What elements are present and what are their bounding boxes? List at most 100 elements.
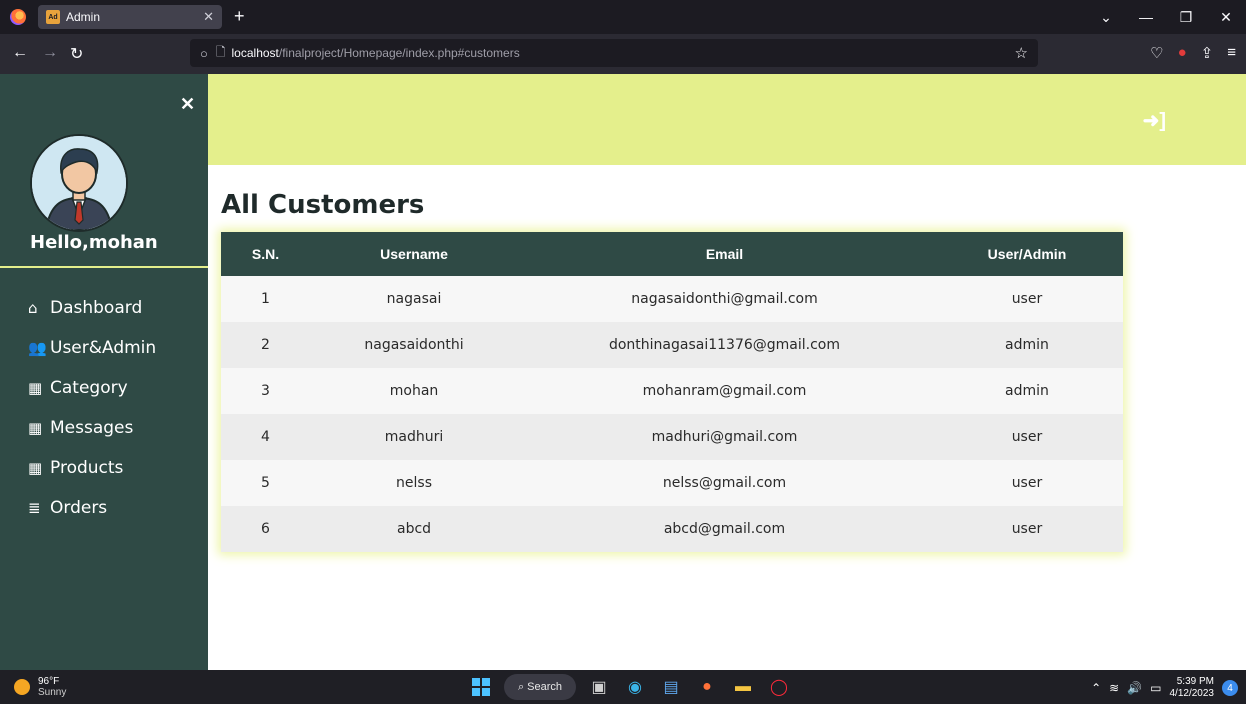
volume-icon[interactable]: 🔊: [1127, 681, 1142, 695]
cell-sn: 3: [221, 368, 310, 414]
column-header-role: User/Admin: [930, 232, 1123, 276]
search-label: Search: [527, 681, 563, 693]
cell-email: abcd@gmail.com: [518, 506, 931, 552]
forward-icon[interactable]: →: [42, 44, 58, 62]
page-title: All Customers: [221, 190, 425, 220]
edge-browser-icon[interactable]: ◉: [622, 674, 648, 700]
clock-date: 4/12/2023: [1169, 688, 1215, 699]
task-view-icon[interactable]: ▣: [586, 674, 612, 700]
minimize-icon[interactable]: —: [1126, 9, 1166, 25]
url-host: localhost: [231, 46, 279, 60]
taskbar-search-button[interactable]: ⌕ Search: [504, 674, 576, 700]
cell-username: nagasaidonthi: [309, 322, 519, 368]
users-icon: 👥: [28, 339, 47, 357]
cell-sn: 2: [221, 322, 310, 368]
tab-favicon-icon: Ad: [46, 10, 60, 24]
cell-sn: 4: [221, 414, 310, 460]
sidebar-item-label: Orders: [50, 498, 108, 518]
cell-email: madhuri@gmail.com: [518, 414, 931, 460]
top-header: ➜]: [208, 74, 1246, 165]
sidebar-item-label: Messages: [50, 418, 134, 438]
cell-role: admin: [930, 368, 1123, 414]
cell-username: madhuri: [309, 414, 519, 460]
share-icon[interactable]: ⇪: [1201, 44, 1214, 62]
tab-close-icon[interactable]: ✕: [203, 9, 214, 25]
column-header-username: Username: [309, 232, 519, 276]
cell-sn: 1: [221, 276, 310, 322]
column-header-sn: S.N.: [221, 232, 310, 276]
column-header-email: Email: [518, 232, 931, 276]
firefox-logo-icon[interactable]: [10, 9, 26, 25]
cell-username: nelss: [309, 460, 519, 506]
window-controls: ⌄ — ❐ ✕: [1086, 0, 1246, 34]
extension-icon[interactable]: ●: [1178, 44, 1187, 62]
table-row: 6 abcd abcd@gmail.com user: [221, 506, 1123, 552]
url-bar[interactable]: ○ 🗋 localhost/finalproject/Homepage/inde…: [190, 39, 1038, 67]
cell-username: nagasai: [309, 276, 519, 322]
table-row: 4 madhuri madhuri@gmail.com user: [221, 414, 1123, 460]
cell-username: mohan: [309, 368, 519, 414]
windows-start-icon[interactable]: [468, 674, 494, 700]
cell-role: user: [930, 414, 1123, 460]
home-icon: ⌂: [28, 299, 38, 317]
cell-role: user: [930, 506, 1123, 552]
weather-condition: Sunny: [38, 687, 67, 698]
menu-icon[interactable]: ≡: [1227, 44, 1236, 62]
notification-badge[interactable]: 4: [1222, 680, 1238, 696]
bookmark-star-icon[interactable]: ☆: [1015, 44, 1028, 62]
cell-email: nagasaidonthi@gmail.com: [518, 276, 931, 322]
pocket-icon[interactable]: ♡: [1150, 44, 1163, 62]
search-icon: ⌕: [517, 680, 528, 693]
table-row: 2 nagasaidonthi donthinagasai11376@gmail…: [221, 322, 1123, 368]
reload-icon[interactable]: ↻: [70, 44, 83, 64]
page-info-icon[interactable]: 🗋: [216, 43, 226, 64]
cell-email: donthinagasai11376@gmail.com: [518, 322, 931, 368]
grid-icon: ▦: [28, 379, 43, 397]
table-icon: ▦: [28, 419, 43, 437]
sidebar-item-products[interactable]: ▦ Products: [28, 448, 156, 488]
cell-email: nelss@gmail.com: [518, 460, 931, 506]
browser-tab[interactable]: Ad Admin ✕: [38, 5, 222, 29]
opera-icon[interactable]: ◯: [766, 674, 792, 700]
tracking-shield-icon[interactable]: ○: [200, 46, 208, 61]
close-window-icon[interactable]: ✕: [1206, 9, 1246, 26]
battery-icon[interactable]: ▭: [1150, 681, 1161, 695]
cell-username: abcd: [309, 506, 519, 552]
avatar: [30, 134, 128, 232]
store-icon[interactable]: ▤: [658, 674, 684, 700]
sidebar-divider: [0, 266, 208, 268]
sidebar-item-orders[interactable]: ≣ Orders: [28, 488, 156, 528]
weather-widget[interactable]: 96°F Sunny: [14, 676, 66, 698]
sidebar-item-dashboard[interactable]: ⌂ Dashboard: [28, 288, 156, 328]
sun-icon: [14, 679, 30, 695]
sidebar-item-messages[interactable]: ▦ Messages: [28, 408, 156, 448]
taskbar-clock[interactable]: 5:39 PM 4/12/2023: [1170, 676, 1215, 700]
sidebar-item-label: Category: [50, 378, 128, 398]
browser-tab-bar: Ad Admin ✕ + ⌄ — ❐ ✕: [0, 0, 1246, 34]
cell-email: mohanram@gmail.com: [518, 368, 931, 414]
taskbar: 96°F Sunny ⌕ Search ▣ ◉ ▤ ● ▬ ◯ ⌃ ≋ 🔊 ▭ …: [0, 670, 1246, 704]
logout-icon[interactable]: ➜]: [1143, 108, 1166, 133]
sidebar-item-user-admin[interactable]: 👥 User&Admin: [28, 328, 156, 368]
back-icon[interactable]: ←: [12, 44, 28, 62]
tab-list-chevron-icon[interactable]: ⌄: [1086, 9, 1126, 26]
sidebar-item-category[interactable]: ▦ Category: [28, 368, 156, 408]
table-header-row: S.N. Username Email User/Admin: [221, 232, 1123, 276]
browser-toolbar: ♡ ● ⇪ ≡: [1150, 44, 1236, 62]
clock-time: 5:39 PM: [1176, 676, 1214, 687]
tray-chevron-up-icon[interactable]: ⌃: [1091, 681, 1101, 695]
wifi-icon[interactable]: ≋: [1109, 681, 1119, 695]
sidebar-close-icon[interactable]: ✕: [180, 94, 195, 115]
cell-sn: 6: [221, 506, 310, 552]
cell-role: user: [930, 276, 1123, 322]
cell-role: user: [930, 460, 1123, 506]
new-tab-button[interactable]: +: [234, 6, 245, 27]
table-icon: ▦: [28, 459, 43, 477]
cell-sn: 5: [221, 460, 310, 506]
firefox-taskbar-icon[interactable]: ●: [694, 674, 720, 700]
weather-temperature: 96°F: [38, 676, 60, 687]
tab-title: Admin: [66, 10, 101, 24]
maximize-icon[interactable]: ❐: [1166, 9, 1206, 26]
file-explorer-icon[interactable]: ▬: [730, 674, 756, 700]
browser-nav-bar: ← → ↻ ○ 🗋 localhost/finalproject/Homepag…: [0, 34, 1246, 74]
